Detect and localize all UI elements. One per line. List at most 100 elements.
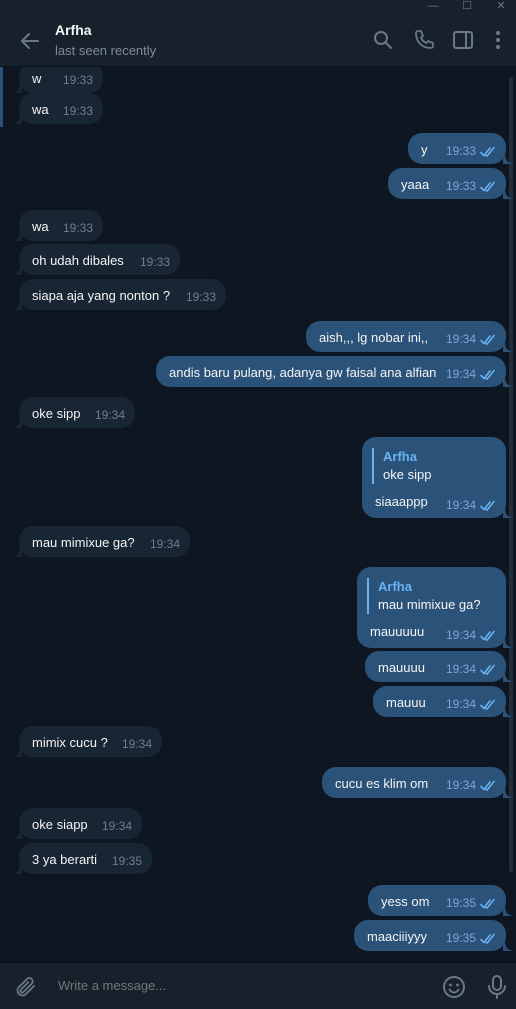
bubble-tail	[12, 231, 22, 241]
double-check-icon	[480, 664, 495, 675]
message-text: andis baru pulang, adanya gw faisal ana …	[169, 365, 437, 380]
contact-status: last seen recently	[55, 43, 157, 58]
message-text: cucu es klim om	[335, 776, 429, 791]
outgoing-message[interactable]: mauuu 19:34	[373, 686, 513, 717]
bubble-tail	[503, 672, 513, 682]
message-time: 19:33	[139, 255, 170, 269]
incoming-message[interactable]: wa 19:33	[12, 210, 103, 241]
message-text: siaaappp	[375, 494, 428, 509]
message-time: 19:35	[111, 854, 142, 868]
message-time: 19:34	[445, 628, 476, 642]
bubble-tail	[503, 154, 513, 164]
incoming-message[interactable]: oke siapp 19:34	[12, 808, 142, 839]
bubble-tail	[503, 941, 513, 951]
outgoing-message[interactable]: y 19:33	[408, 133, 513, 164]
message-time: 19:34	[445, 697, 476, 711]
bubble-tail	[503, 342, 513, 352]
phone-icon[interactable]	[412, 28, 436, 52]
message-text: y	[421, 142, 428, 157]
message-time: 19:34	[101, 819, 132, 833]
sidebar-toggle-icon[interactable]	[451, 28, 475, 52]
incoming-message[interactable]: mau mimixue ga? 19:34	[12, 526, 190, 557]
message-time: 19:35	[445, 896, 476, 910]
double-check-icon	[480, 630, 495, 641]
message-text: mimix cucu ?	[32, 735, 108, 750]
incoming-message[interactable]: 3 ya berarti 19:35	[12, 843, 152, 874]
message-time: 19:33	[445, 179, 476, 193]
outgoing-message[interactable]: mauuuu 19:34	[365, 651, 513, 682]
outgoing-message[interactable]: maaciiiyyy 19:35	[354, 920, 513, 951]
message-time: 19:34	[445, 332, 476, 346]
double-check-icon	[480, 500, 495, 511]
incoming-message[interactable]: oke sipp 19:34	[12, 397, 135, 428]
message-text: mauuuuu	[370, 624, 425, 639]
back-arrow-icon[interactable]	[18, 29, 42, 53]
message-time: 19:34	[445, 778, 476, 792]
microphone-icon[interactable]	[485, 974, 509, 1000]
message-time: 19:34	[445, 662, 476, 676]
incoming-message[interactable]: w 19:33	[12, 67, 103, 93]
double-check-icon	[480, 780, 495, 791]
incoming-message[interactable]: mimix cucu ? 19:34	[12, 726, 162, 757]
reply-quote[interactable]: Arfha mau mimixue ga?	[367, 578, 481, 614]
message-time: 19:33	[62, 73, 93, 87]
message-text: wa	[32, 219, 49, 234]
message-text: w	[32, 71, 42, 86]
bubble-tail	[503, 638, 513, 648]
reply-author: Arfha	[378, 579, 412, 594]
unread-marker	[0, 67, 3, 127]
message-text: oke sipp	[32, 406, 81, 421]
message-input[interactable]	[56, 977, 420, 994]
incoming-message[interactable]: wa 19:33	[12, 93, 103, 124]
double-check-icon	[480, 898, 495, 909]
message-text: mauuuu	[378, 660, 425, 675]
emoji-icon[interactable]	[441, 974, 467, 1000]
double-check-icon	[480, 181, 495, 192]
double-check-icon	[480, 933, 495, 944]
bubble-tail	[12, 83, 22, 93]
outgoing-message[interactable]: Arfha mau mimixue ga? mauuuuu 19:34	[357, 567, 513, 648]
close-window-button[interactable]: ✕	[490, 0, 512, 12]
message-time: 19:33	[62, 104, 93, 118]
message-time: 19:34	[445, 498, 476, 512]
search-icon[interactable]	[371, 28, 395, 52]
message-time: 19:33	[445, 144, 476, 158]
message-text: 3 ya berarti	[32, 852, 98, 867]
incoming-message[interactable]: oh udah dibales 19:33	[12, 244, 180, 275]
bubble-tail	[503, 906, 513, 916]
outgoing-message[interactable]: cucu es klim om 19:34	[322, 767, 513, 798]
message-time: 19:34	[149, 537, 180, 551]
bubble-tail	[12, 864, 22, 874]
message-time: 19:34	[121, 737, 152, 751]
message-text: oh udah dibales	[32, 253, 124, 268]
message-text: aish,,, lg nobar ini,,	[319, 330, 429, 345]
outgoing-message[interactable]: aish,,, lg nobar ini,, 19:34	[306, 321, 513, 352]
outgoing-message[interactable]: yess om 19:35	[368, 885, 513, 916]
outgoing-message[interactable]: yaaa 19:33	[388, 168, 513, 199]
contact-name[interactable]: Arfha	[55, 22, 92, 38]
bubble-tail	[503, 707, 513, 717]
bubble-tail	[12, 418, 22, 428]
reply-author: Arfha	[383, 449, 417, 464]
more-vertical-icon[interactable]	[486, 28, 510, 52]
reply-text: oke sipp	[383, 467, 432, 482]
message-list[interactable]: w 19:33 wa 19:33 y 19:33 yaaa 19:33 wa 19:33 oh ud…	[0, 67, 516, 962]
bubble-tail	[12, 747, 22, 757]
reply-quote[interactable]: Arfha oke sipp	[372, 448, 431, 484]
outgoing-message[interactable]: Arfha oke sipp siaaappp 19:34	[362, 437, 513, 518]
message-time: 19:35	[445, 931, 476, 945]
bubble-tail	[12, 114, 22, 124]
maximize-button[interactable]: ☐	[456, 0, 478, 12]
chat-header: Arfha last seen recently	[0, 12, 516, 67]
message-text: maaciiiyyy	[367, 929, 427, 944]
double-check-icon	[480, 369, 495, 380]
message-time: 19:33	[62, 221, 93, 235]
minimize-button[interactable]: —	[422, 0, 444, 12]
bubble-tail	[503, 377, 513, 387]
message-time: 19:34	[445, 367, 476, 381]
message-time: 19:34	[94, 408, 125, 422]
paperclip-icon[interactable]	[14, 975, 38, 999]
incoming-message[interactable]: siapa aja yang nonton ? 19:33	[12, 279, 226, 310]
outgoing-message[interactable]: andis baru pulang, adanya gw faisal ana …	[156, 356, 513, 387]
bubble-tail	[12, 829, 22, 839]
